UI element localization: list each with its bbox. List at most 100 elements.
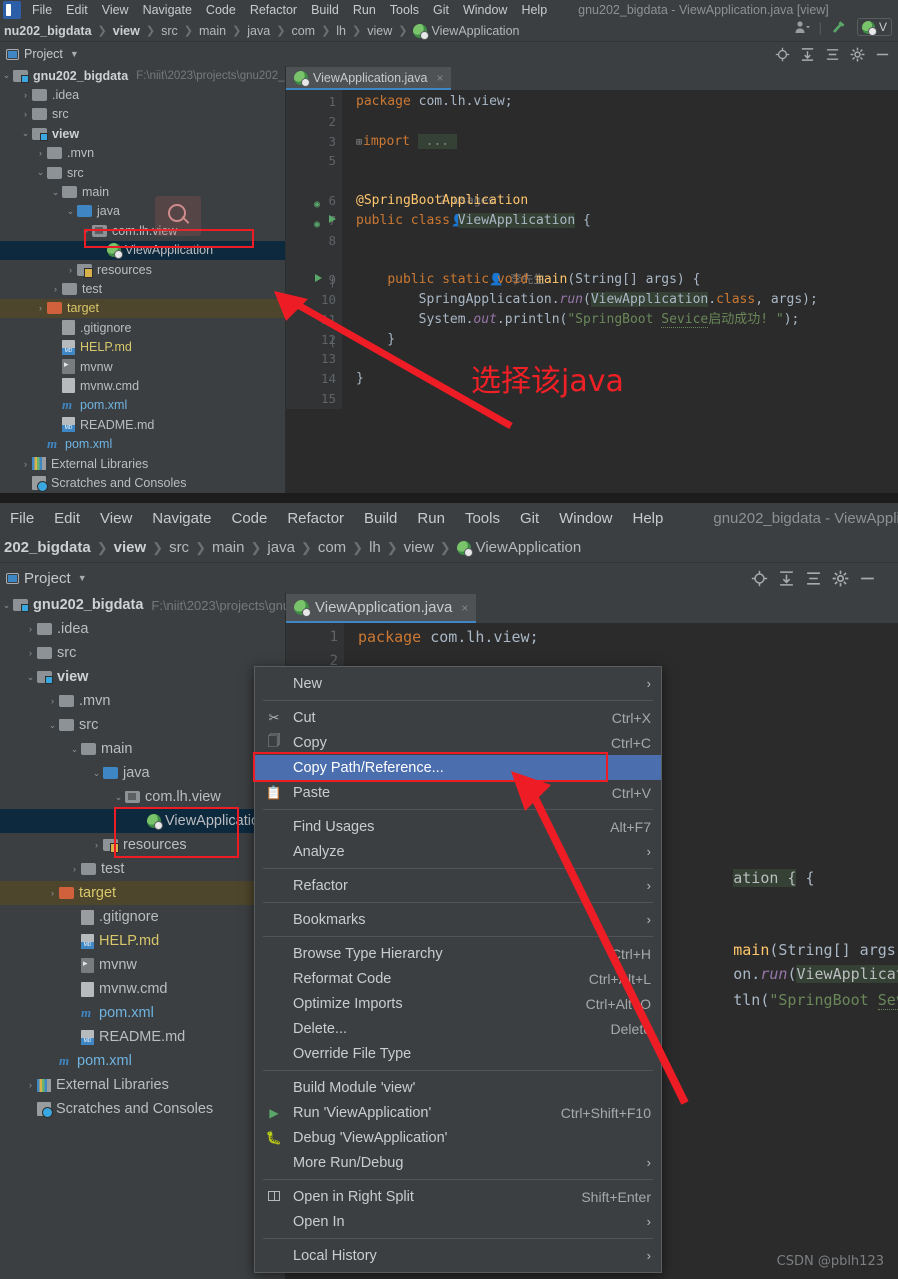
tree-row[interactable]: ⌄ main bbox=[0, 182, 285, 201]
project-toolbar[interactable] bbox=[775, 47, 898, 62]
context-menu[interactable]: New › ✂ Cut Ctrl+X 🗍 Copy Ctrl+C Copy Path/Refer… bbox=[254, 666, 662, 1273]
collapse-all-icon[interactable] bbox=[825, 47, 840, 62]
breadcrumb-src[interactable]: src bbox=[161, 24, 178, 38]
tree-row[interactable]: › src bbox=[0, 641, 285, 665]
tree-row[interactable]: › target bbox=[0, 298, 285, 319]
chevron-right-icon[interactable]: › bbox=[647, 676, 651, 691]
breadcrumb-src[interactable]: src bbox=[169, 539, 189, 556]
menu-item[interactable]: Local History › bbox=[255, 1243, 661, 1268]
tree-row[interactable]: ⌄ view bbox=[0, 665, 285, 689]
tree-row[interactable]: README.md bbox=[0, 1025, 285, 1049]
chevron-icon[interactable]: ⌄ bbox=[112, 792, 125, 803]
chevron-icon[interactable]: › bbox=[68, 864, 81, 874]
tree-row[interactable]: ⌄ java bbox=[0, 202, 285, 221]
menu-item[interactable]: 🗍 Copy Ctrl+C bbox=[255, 730, 661, 755]
chevron-down-icon[interactable]: ⌄ bbox=[0, 70, 13, 81]
chevron-down-icon[interactable]: ⌄ bbox=[0, 600, 13, 611]
menu-item[interactable]: 📋 Paste Ctrl+V bbox=[255, 780, 661, 805]
tree-row[interactable]: ⌄ src bbox=[0, 713, 285, 737]
editor-tabs-top[interactable]: ViewApplication.java × bbox=[286, 66, 898, 90]
expand-all-icon[interactable] bbox=[800, 47, 815, 62]
chevron-right-icon[interactable]: › bbox=[647, 1214, 651, 1229]
editor-tabs-bottom[interactable]: ViewApplication.java × bbox=[286, 593, 898, 623]
menu-item[interactable]: Open in Right Split Shift+Enter bbox=[255, 1184, 661, 1209]
menu-item[interactable]: Optimize Imports Ctrl+Alt+O bbox=[255, 991, 661, 1016]
tree-row[interactable]: m pom.xml bbox=[0, 1049, 285, 1073]
tree-row-root[interactable]: ⌄ gnu202_bigdata F:\niit\2023\projects\gnu… bbox=[0, 66, 285, 85]
menu-item-refactor[interactable]: Refactor bbox=[243, 3, 304, 17]
tree-row[interactable]: ⌄ src bbox=[0, 163, 285, 182]
breadcrumb-main[interactable]: main bbox=[212, 539, 245, 556]
chevron-icon[interactable]: › bbox=[49, 284, 62, 294]
tree-row[interactable]: › External Libraries bbox=[0, 454, 285, 473]
tree-row[interactable]: mvnw.cmd bbox=[0, 977, 285, 1001]
editor-tab-viewapplication[interactable]: ViewApplication.java × bbox=[286, 594, 477, 623]
menu-item[interactable]: More Run/Debug › bbox=[255, 1150, 661, 1175]
tree-row[interactable]: ⌄ main bbox=[0, 737, 285, 761]
menu-item-tools[interactable]: Tools bbox=[455, 510, 510, 527]
chevron-icon[interactable]: ⌄ bbox=[64, 206, 77, 217]
menu-item-window[interactable]: Window bbox=[456, 3, 514, 17]
menu-item-tools[interactable]: Tools bbox=[383, 3, 426, 17]
menu-item[interactable]: Find Usages Alt+F7 bbox=[255, 814, 661, 839]
tree-row[interactable]: .gitignore bbox=[0, 905, 285, 929]
chevron-icon[interactable]: › bbox=[19, 459, 32, 469]
gear-icon[interactable] bbox=[850, 47, 865, 62]
breadcrumb-lh[interactable]: lh bbox=[369, 539, 381, 556]
menu-item-build[interactable]: Build bbox=[304, 3, 346, 17]
tree-row[interactable]: › target bbox=[0, 881, 285, 905]
tree-row[interactable]: › .idea bbox=[0, 617, 285, 641]
chevron-icon[interactable]: ⌄ bbox=[46, 720, 59, 731]
chevron-right-icon[interactable]: › bbox=[647, 844, 651, 859]
tree-row[interactable]: Scratches and Consoles bbox=[0, 473, 285, 492]
menu-item[interactable]: Override File Type bbox=[255, 1041, 661, 1066]
line-number-with-fold[interactable]: 12 ⎱ bbox=[286, 330, 342, 350]
chevron-right-icon[interactable]: › bbox=[647, 912, 651, 927]
breadcrumb-class[interactable]: ViewApplication bbox=[431, 24, 519, 38]
menu-item-navigate[interactable]: Navigate bbox=[136, 3, 199, 17]
menu-item[interactable]: New › bbox=[255, 671, 661, 696]
project-toolbar[interactable] bbox=[751, 570, 898, 587]
tree-row[interactable]: HELP.md bbox=[0, 337, 285, 356]
menu-item-help[interactable]: Help bbox=[514, 3, 554, 17]
chevron-icon[interactable]: › bbox=[34, 148, 47, 158]
chevron-down-icon[interactable]: ▼ bbox=[70, 49, 79, 59]
project-tree-top[interactable]: ⌄ gnu202_bigdata F:\niit\2023\projects\gnu… bbox=[0, 66, 285, 493]
user-icon[interactable] bbox=[794, 20, 810, 34]
menu-item-file[interactable]: File bbox=[0, 510, 44, 527]
chevron-icon[interactable]: › bbox=[46, 696, 59, 706]
breadcrumb-viewpkg[interactable]: view bbox=[404, 539, 434, 556]
line-number-with-marks[interactable]: 6 ◉ bbox=[286, 191, 342, 211]
menu-item[interactable]: Bookmarks › bbox=[255, 907, 661, 932]
tree-row[interactable]: Scratches and Consoles bbox=[0, 1097, 285, 1121]
breadcrumb-project[interactable]: nu202_bigdata bbox=[4, 24, 92, 38]
chevron-icon[interactable]: › bbox=[46, 888, 59, 898]
breadcrumb-com[interactable]: com bbox=[318, 539, 346, 556]
tree-row[interactable]: m pom.xml bbox=[0, 1001, 285, 1025]
menu-item-edit[interactable]: Edit bbox=[59, 3, 95, 17]
menu-bar-top[interactable]: File Edit View Navigate Code Refactor Bu… bbox=[0, 0, 898, 20]
breadcrumb-main[interactable]: main bbox=[199, 24, 226, 38]
menu-item[interactable]: 🐛 Debug 'ViewApplication' bbox=[255, 1125, 661, 1150]
collapse-all-icon[interactable] bbox=[805, 570, 822, 587]
tree-row[interactable]: m pom.xml bbox=[0, 434, 285, 453]
chevron-icon[interactable]: › bbox=[24, 624, 37, 634]
breadcrumb-class[interactable]: ViewApplication bbox=[476, 539, 582, 556]
menu-item[interactable]: Reformat Code Ctrl+Alt+L bbox=[255, 966, 661, 991]
project-panel-title-group[interactable]: Project ▼ bbox=[0, 47, 79, 61]
menu-item-run[interactable]: Run bbox=[346, 3, 383, 17]
menu-item-code[interactable]: Code bbox=[199, 3, 243, 17]
tree-row[interactable]: › External Libraries bbox=[0, 1073, 285, 1097]
chevron-right-icon[interactable]: › bbox=[647, 878, 651, 893]
tree-row[interactable]: ⌄ com.lh.view bbox=[0, 221, 285, 240]
minimize-icon[interactable] bbox=[875, 47, 890, 62]
tree-row[interactable]: ⌄ view bbox=[0, 124, 285, 143]
locate-icon[interactable] bbox=[775, 47, 790, 62]
expand-all-icon[interactable] bbox=[778, 570, 795, 587]
menu-item[interactable]: Open In › bbox=[255, 1209, 661, 1234]
menu-item-git[interactable]: Git bbox=[426, 3, 456, 17]
line-number-with-run[interactable]: 9 ⎰ bbox=[286, 270, 342, 290]
menu-item-help[interactable]: Help bbox=[623, 510, 674, 527]
main-toolbar-right[interactable]: | V bbox=[794, 18, 892, 36]
breadcrumb-viewpkg[interactable]: view bbox=[367, 24, 392, 38]
